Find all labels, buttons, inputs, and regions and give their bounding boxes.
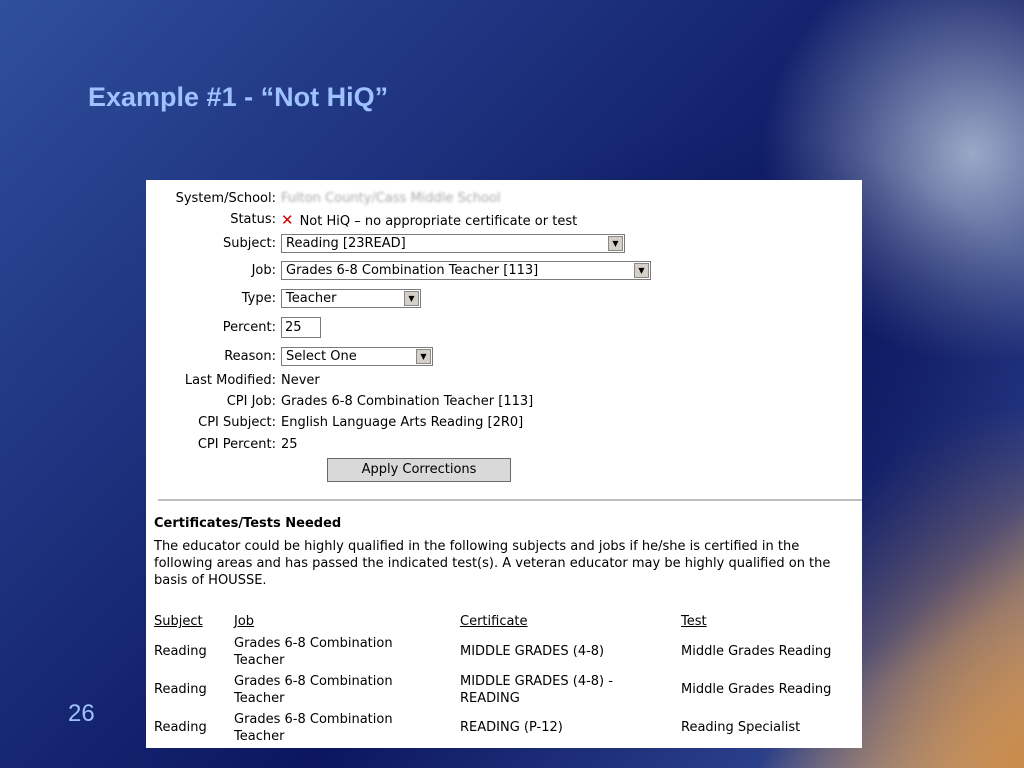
apply-corrections-button[interactable]: Apply Corrections bbox=[327, 458, 511, 482]
cpi-subject-value: English Language Arts Reading [2R0] bbox=[281, 415, 524, 430]
cpi-job-value: Grades 6-8 Combination Teacher [113] bbox=[281, 394, 534, 409]
subject-label: Subject: bbox=[223, 236, 276, 251]
row-cpi-percent: CPI Percent: 25 bbox=[146, 436, 862, 454]
subject-select[interactable]: Reading [23READ] ▼ bbox=[281, 234, 625, 253]
row-last-modified: Last Modified: Never bbox=[146, 372, 862, 390]
chevron-down-icon[interactable]: ▼ bbox=[608, 236, 623, 251]
cell-subject: Reading bbox=[154, 682, 207, 697]
cell-job: Grades 6-8 Combination Teacher bbox=[234, 712, 393, 744]
row-system-school: System/School: Fulton County/Cass Middle… bbox=[146, 190, 862, 208]
status-label: Status: bbox=[230, 212, 276, 227]
chevron-down-icon[interactable]: ▼ bbox=[634, 263, 649, 278]
header-subject[interactable]: Subject bbox=[154, 614, 203, 629]
reason-label: Reason: bbox=[224, 349, 276, 364]
row-cpi-subject: CPI Subject: English Language Arts Readi… bbox=[146, 414, 862, 432]
cell-test: Middle Grades Reading bbox=[681, 682, 832, 697]
header-certificate[interactable]: Certificate bbox=[460, 614, 528, 629]
cell-test: Middle Grades Reading bbox=[681, 644, 832, 659]
row-reason: Reason: Select One ▼ bbox=[146, 347, 862, 366]
type-label: Type: bbox=[241, 291, 276, 306]
certificates-title: Certificates/Tests Needed bbox=[154, 516, 342, 531]
last-modified-label: Last Modified: bbox=[184, 373, 276, 388]
system-school-value: Fulton County/Cass Middle School bbox=[281, 191, 501, 206]
cell-subject: Reading bbox=[154, 720, 207, 735]
cell-subject: Reading bbox=[154, 644, 207, 659]
system-school-label: System/School: bbox=[175, 191, 276, 206]
status-value: ✕ Not HiQ – no appropriate certificate or… bbox=[281, 211, 577, 231]
row-job: Job: Grades 6-8 Combination Teacher [113… bbox=[146, 261, 862, 280]
slide-number: 26 bbox=[68, 700, 95, 727]
cell-test: Reading Specialist bbox=[681, 720, 801, 735]
row-type: Type: Teacher ▼ bbox=[146, 289, 862, 308]
subject-select-value: Reading [23READ] bbox=[286, 236, 406, 251]
cell-certificate: READING (P-12) bbox=[460, 720, 563, 735]
chevron-down-icon[interactable]: ▼ bbox=[416, 349, 431, 364]
cpi-job-label: CPI Job: bbox=[226, 394, 276, 409]
last-modified-value: Never bbox=[281, 373, 320, 388]
cpi-percent-value: 25 bbox=[281, 437, 298, 452]
row-subject: Subject: Reading [23READ] ▼ bbox=[146, 234, 862, 253]
header-job[interactable]: Job bbox=[234, 614, 254, 629]
cell-certificate: MIDDLE GRADES (4-8) bbox=[460, 644, 605, 659]
type-select-value: Teacher bbox=[286, 291, 337, 306]
row-cpi-job: CPI Job: Grades 6-8 Combination Teacher … bbox=[146, 393, 862, 411]
x-icon: ✕ bbox=[281, 211, 294, 229]
cpi-percent-label: CPI Percent: bbox=[197, 437, 276, 452]
cell-job: Grades 6-8 Combination Teacher bbox=[234, 636, 393, 668]
hiq-form-panel: System/School: Fulton County/Cass Middle… bbox=[146, 180, 862, 748]
cell-certificate: MIDDLE GRADES (4-8) - READING bbox=[460, 674, 613, 706]
slide-title: Example #1 - “Not HiQ” bbox=[88, 82, 389, 112]
row-status: Status: ✕ Not HiQ – no appropriate certif… bbox=[146, 211, 862, 229]
job-label: Job: bbox=[251, 263, 276, 278]
cell-job: Grades 6-8 Combination Teacher bbox=[234, 674, 393, 706]
percent-label: Percent: bbox=[222, 320, 276, 335]
type-select[interactable]: Teacher ▼ bbox=[281, 289, 421, 308]
certificates-description: The educator could be highly qualified i… bbox=[154, 539, 831, 588]
job-select[interactable]: Grades 6-8 Combination Teacher [113] ▼ bbox=[281, 261, 651, 280]
cpi-subject-label: CPI Subject: bbox=[198, 415, 276, 430]
divider bbox=[158, 499, 862, 501]
reason-select-value: Select One bbox=[286, 349, 357, 364]
reason-select[interactable]: Select One ▼ bbox=[281, 347, 433, 366]
chevron-down-icon[interactable]: ▼ bbox=[404, 291, 419, 306]
row-percent: Percent: 25 bbox=[146, 317, 862, 338]
job-select-value: Grades 6-8 Combination Teacher [113] bbox=[286, 263, 539, 278]
header-test[interactable]: Test bbox=[681, 614, 707, 629]
percent-input[interactable]: 25 bbox=[281, 317, 321, 338]
status-text: Not HiQ – no appropriate certificate or … bbox=[299, 214, 578, 229]
